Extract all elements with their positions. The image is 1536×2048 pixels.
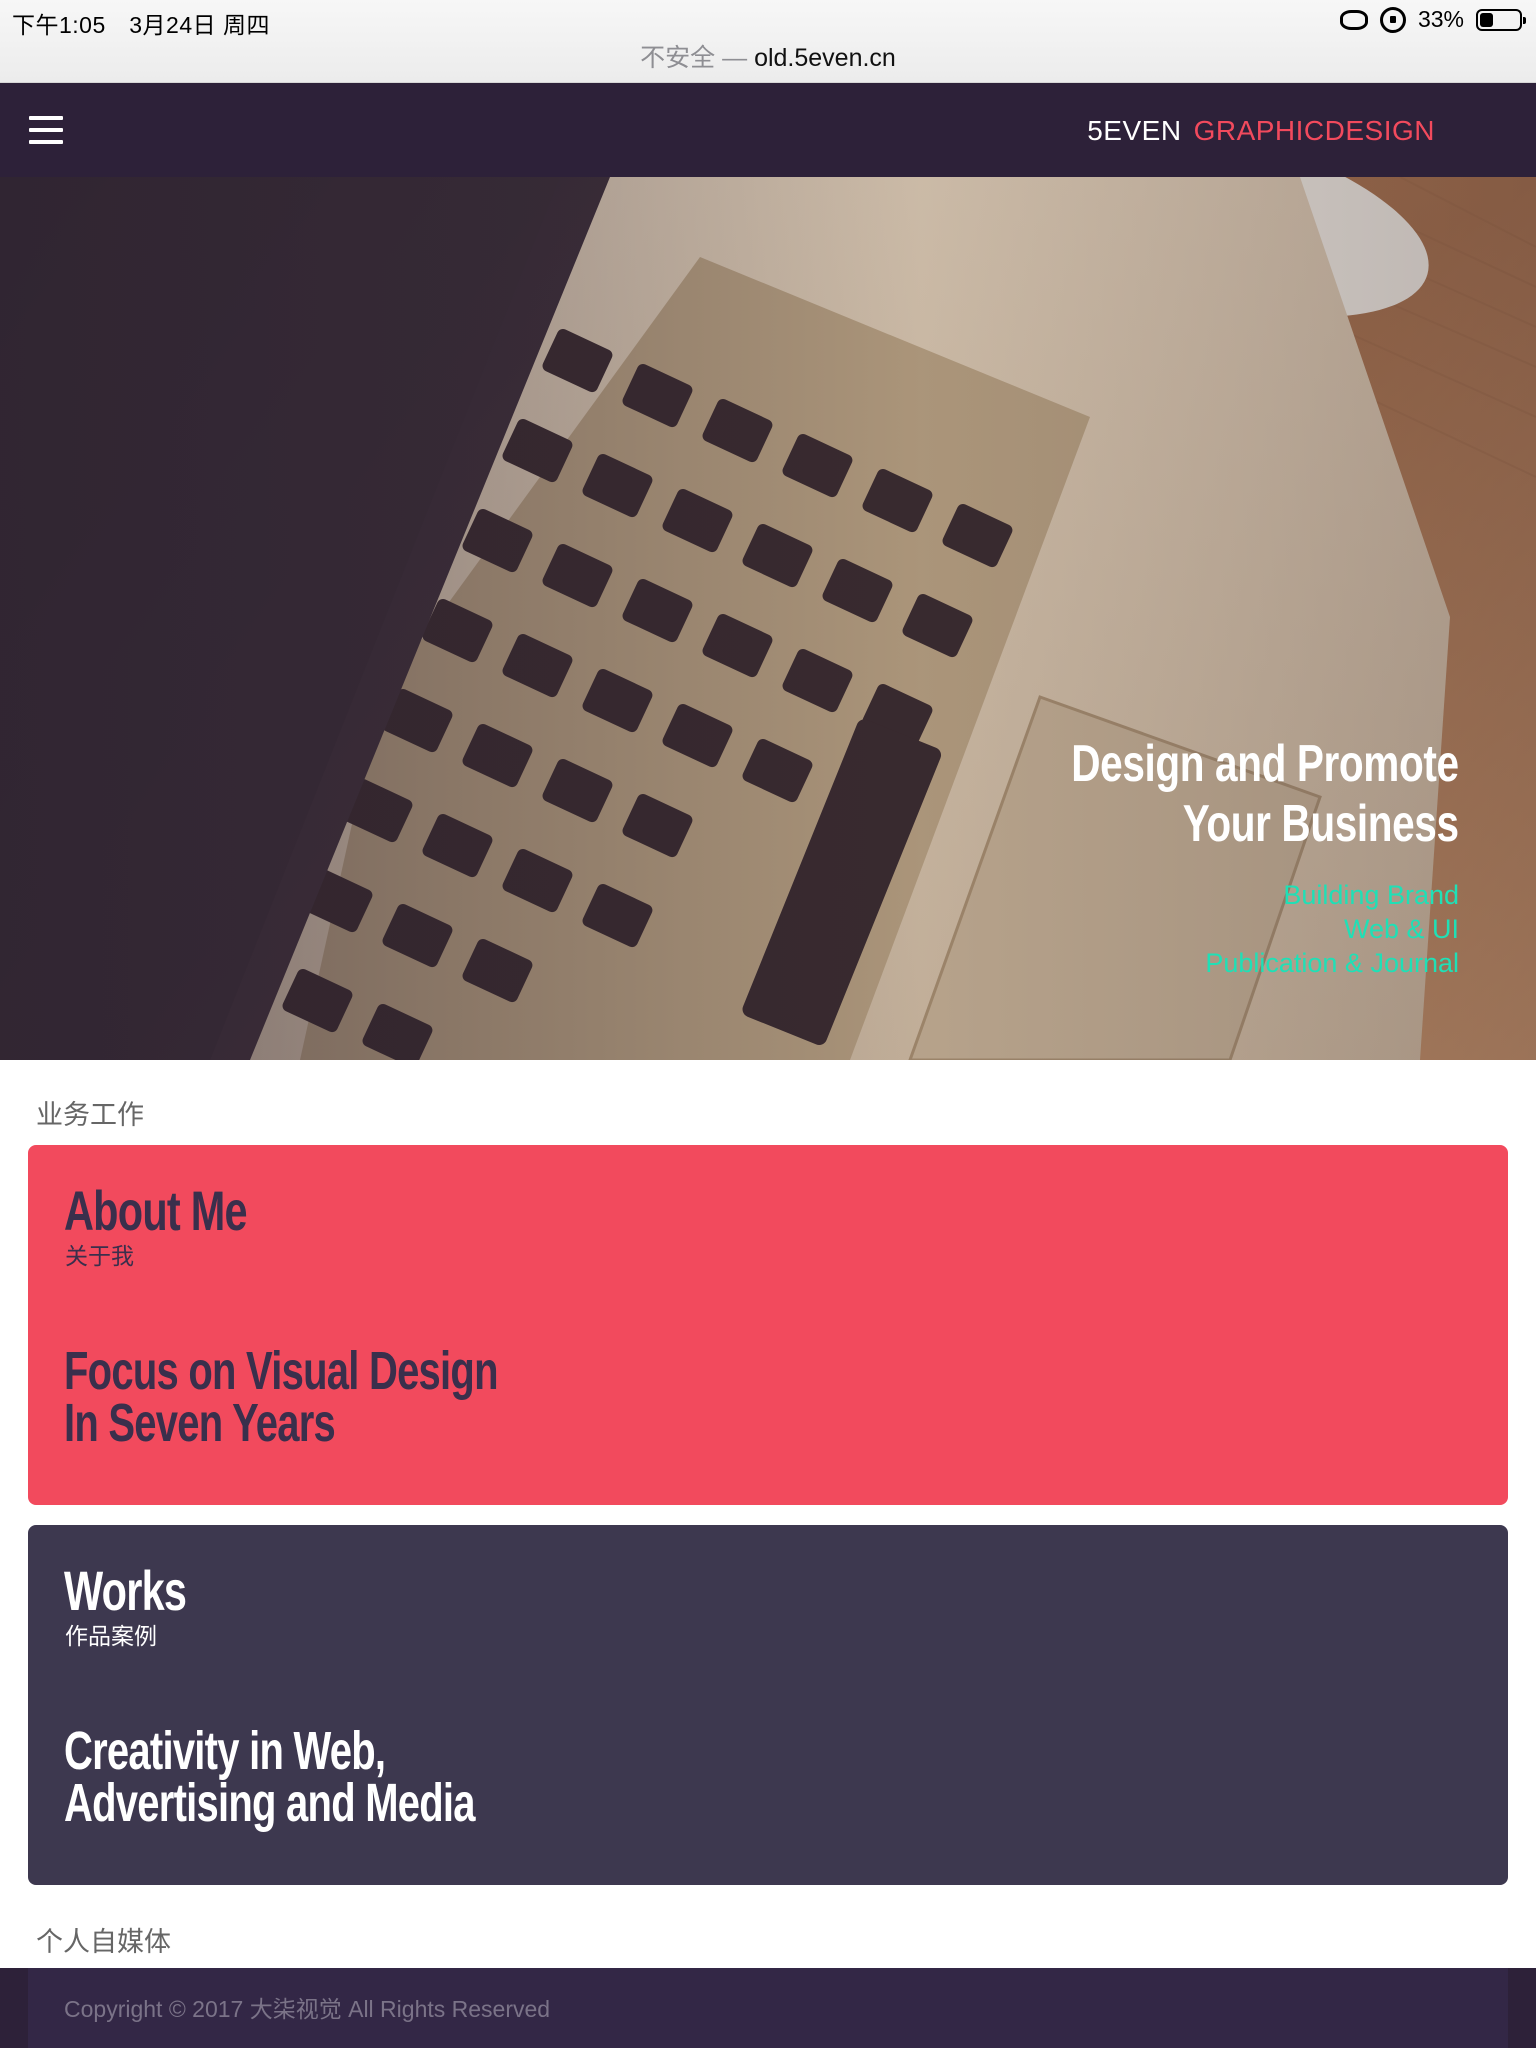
brand-name: 5EVEN	[1087, 115, 1182, 146]
site-nav: 5EVEN GRAPHICDESIGN	[0, 83, 1536, 177]
link-icon	[1339, 9, 1368, 30]
about-me-card[interactable]: About Me 关于我 Focus on Visual Design In S…	[28, 1145, 1508, 1505]
footer-copyright: Copyright © 2017 大柒视觉 All Rights Reserve…	[64, 1996, 551, 2022]
hero-service-item: Publication & Journal	[1205, 948, 1459, 978]
site-footer: Copyright © 2017 大柒视觉 All Rights Reserve…	[0, 1968, 1536, 2048]
address-separator: —	[722, 44, 748, 72]
address-bar[interactable]: 不安全 — old.5even.cn	[0, 38, 1536, 74]
card-tagline-line1: Creativity in Web,	[64, 1721, 386, 1781]
hero-banner: Design and Promote Your Business Buildin…	[0, 177, 1536, 1060]
card-subtitle: 关于我	[65, 1243, 134, 1269]
footer-panel: Copyright © 2017 大柒视觉 All Rights Reserve…	[28, 1968, 1508, 2048]
hamburger-menu-icon[interactable]	[29, 116, 63, 144]
status-time: 下午1:05 3月24日 周四	[12, 12, 271, 38]
insecure-label: 不安全	[640, 44, 716, 72]
card-tagline: Focus on Visual Design In Seven Years	[64, 1341, 498, 1453]
hero-service-item: Building Brand	[1283, 880, 1459, 910]
brand-tagline: GRAPHICDESIGN	[1193, 115, 1435, 146]
card-title: Works	[64, 1559, 187, 1622]
card-tagline: Creativity in Web, Advertising and Media	[64, 1721, 476, 1833]
works-card[interactable]: Works 作品案例 Creativity in Web, Advertisin…	[28, 1525, 1508, 1885]
card-tagline-line2: In Seven Years	[64, 1393, 336, 1453]
browser-status-bar: 下午1:05 3月24日 周四 33% 不安全 — old.5even.cn	[0, 0, 1536, 83]
hero-text: Design and Promote Your Business Buildin…	[962, 734, 1460, 980]
battery-icon	[1476, 8, 1526, 31]
hero-service-item: Web & UI	[1343, 914, 1459, 944]
section-heading-business: 业务工作	[36, 1100, 144, 1130]
card-title: About Me	[64, 1179, 248, 1242]
card-tagline-line2: Advertising and Media	[64, 1773, 476, 1833]
card-tagline-line1: Focus on Visual Design	[64, 1341, 498, 1401]
hero-service-list: Building Brand Web & UI Publication & Jo…	[962, 878, 1459, 980]
status-indicators: 33%	[1339, 6, 1526, 33]
hero-title-line2: Your Business	[1183, 795, 1459, 853]
orientation-lock-icon	[1379, 6, 1406, 33]
section-heading-media: 个人自媒体	[36, 1927, 171, 1957]
hero-title-line1: Design and Promote	[1071, 735, 1460, 793]
site-brand[interactable]: 5EVEN GRAPHICDESIGN	[1087, 115, 1435, 147]
card-subtitle: 作品案例	[65, 1623, 157, 1649]
battery-percent: 33%	[1417, 6, 1464, 32]
address-domain: old.5even.cn	[754, 44, 896, 72]
